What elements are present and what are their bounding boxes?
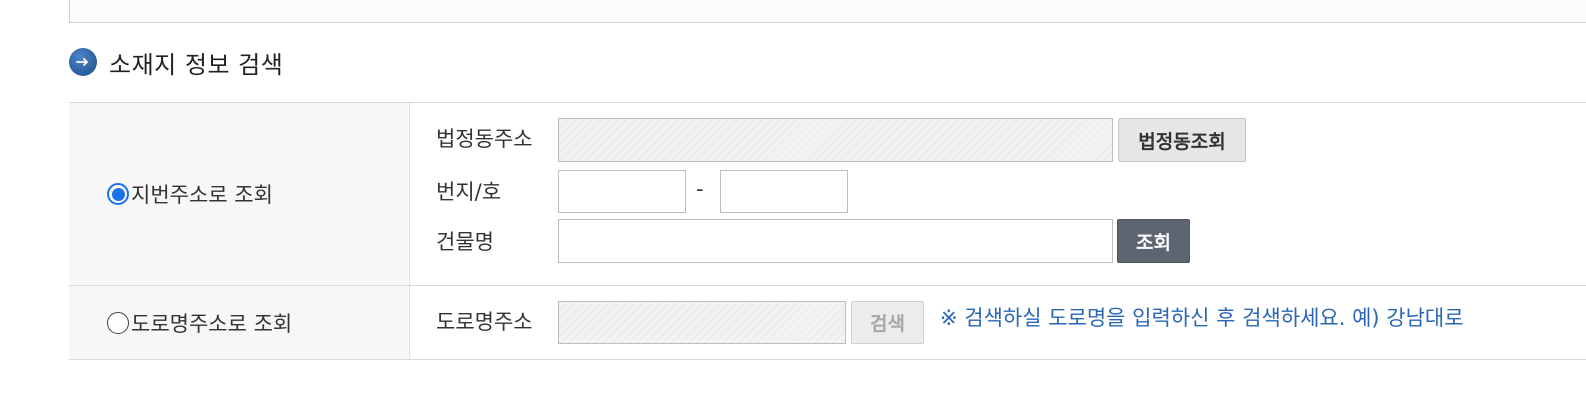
legal-dong-lookup-button[interactable]: 법정동조회 bbox=[1118, 118, 1246, 162]
lot-main-number-input[interactable] bbox=[558, 170, 686, 213]
address-search-table: 지번주소로 조회 법정동주소 법정동조회 번지/호 - 건물명 조회 도로명주소… bbox=[69, 102, 1586, 360]
road-address-radio[interactable] bbox=[107, 311, 129, 334]
section-header: 소재지 정보 검색 bbox=[69, 44, 283, 80]
lot-address-row-header: 지번주소로 조회 bbox=[69, 103, 410, 285]
lot-number-separator: - bbox=[696, 177, 704, 201]
road-search-button[interactable]: 검색 bbox=[851, 301, 924, 344]
road-address-row: 도로명주소로 조회 도로명주소 검색 ※ 검색하실 도로명을 입력하신 후 검색… bbox=[69, 286, 1586, 360]
building-name-label: 건물명 bbox=[436, 230, 494, 254]
road-address-fields: 도로명주소 검색 ※ 검색하실 도로명을 입력하신 후 검색하세요. 예) 강남… bbox=[410, 286, 1586, 359]
road-address-label: 도로명주소 bbox=[436, 310, 533, 334]
lot-address-row: 지번주소로 조회 법정동주소 법정동조회 번지/호 - 건물명 조회 bbox=[69, 103, 1586, 286]
legal-dong-label: 법정동주소 bbox=[436, 127, 533, 151]
lot-search-button[interactable]: 조회 bbox=[1117, 219, 1190, 263]
lot-address-option[interactable]: 지번주소로 조회 bbox=[107, 179, 273, 209]
road-address-option-label: 도로명주소로 조회 bbox=[131, 311, 293, 336]
lot-address-radio[interactable] bbox=[107, 183, 129, 205]
section-title: 소재지 정보 검색 bbox=[109, 50, 284, 79]
lot-address-option-label: 지번주소로 조회 bbox=[131, 183, 273, 207]
road-address-input[interactable] bbox=[558, 301, 846, 344]
lot-number-label: 번지/호 bbox=[436, 180, 502, 204]
road-search-notice: ※ 검색하실 도로명을 입력하신 후 검색하세요. 예) 강남대로 bbox=[940, 306, 1464, 330]
top-panel bbox=[69, 0, 1586, 23]
arrow-right-circle-icon bbox=[69, 48, 97, 76]
road-address-option[interactable]: 도로명주소로 조회 bbox=[107, 308, 292, 338]
lot-sub-number-input[interactable] bbox=[720, 170, 848, 213]
building-name-input[interactable] bbox=[558, 219, 1113, 263]
lot-address-fields: 법정동주소 법정동조회 번지/호 - 건물명 조회 bbox=[410, 103, 1586, 285]
legal-dong-input[interactable] bbox=[558, 118, 1113, 162]
road-address-row-header: 도로명주소로 조회 bbox=[69, 286, 410, 359]
